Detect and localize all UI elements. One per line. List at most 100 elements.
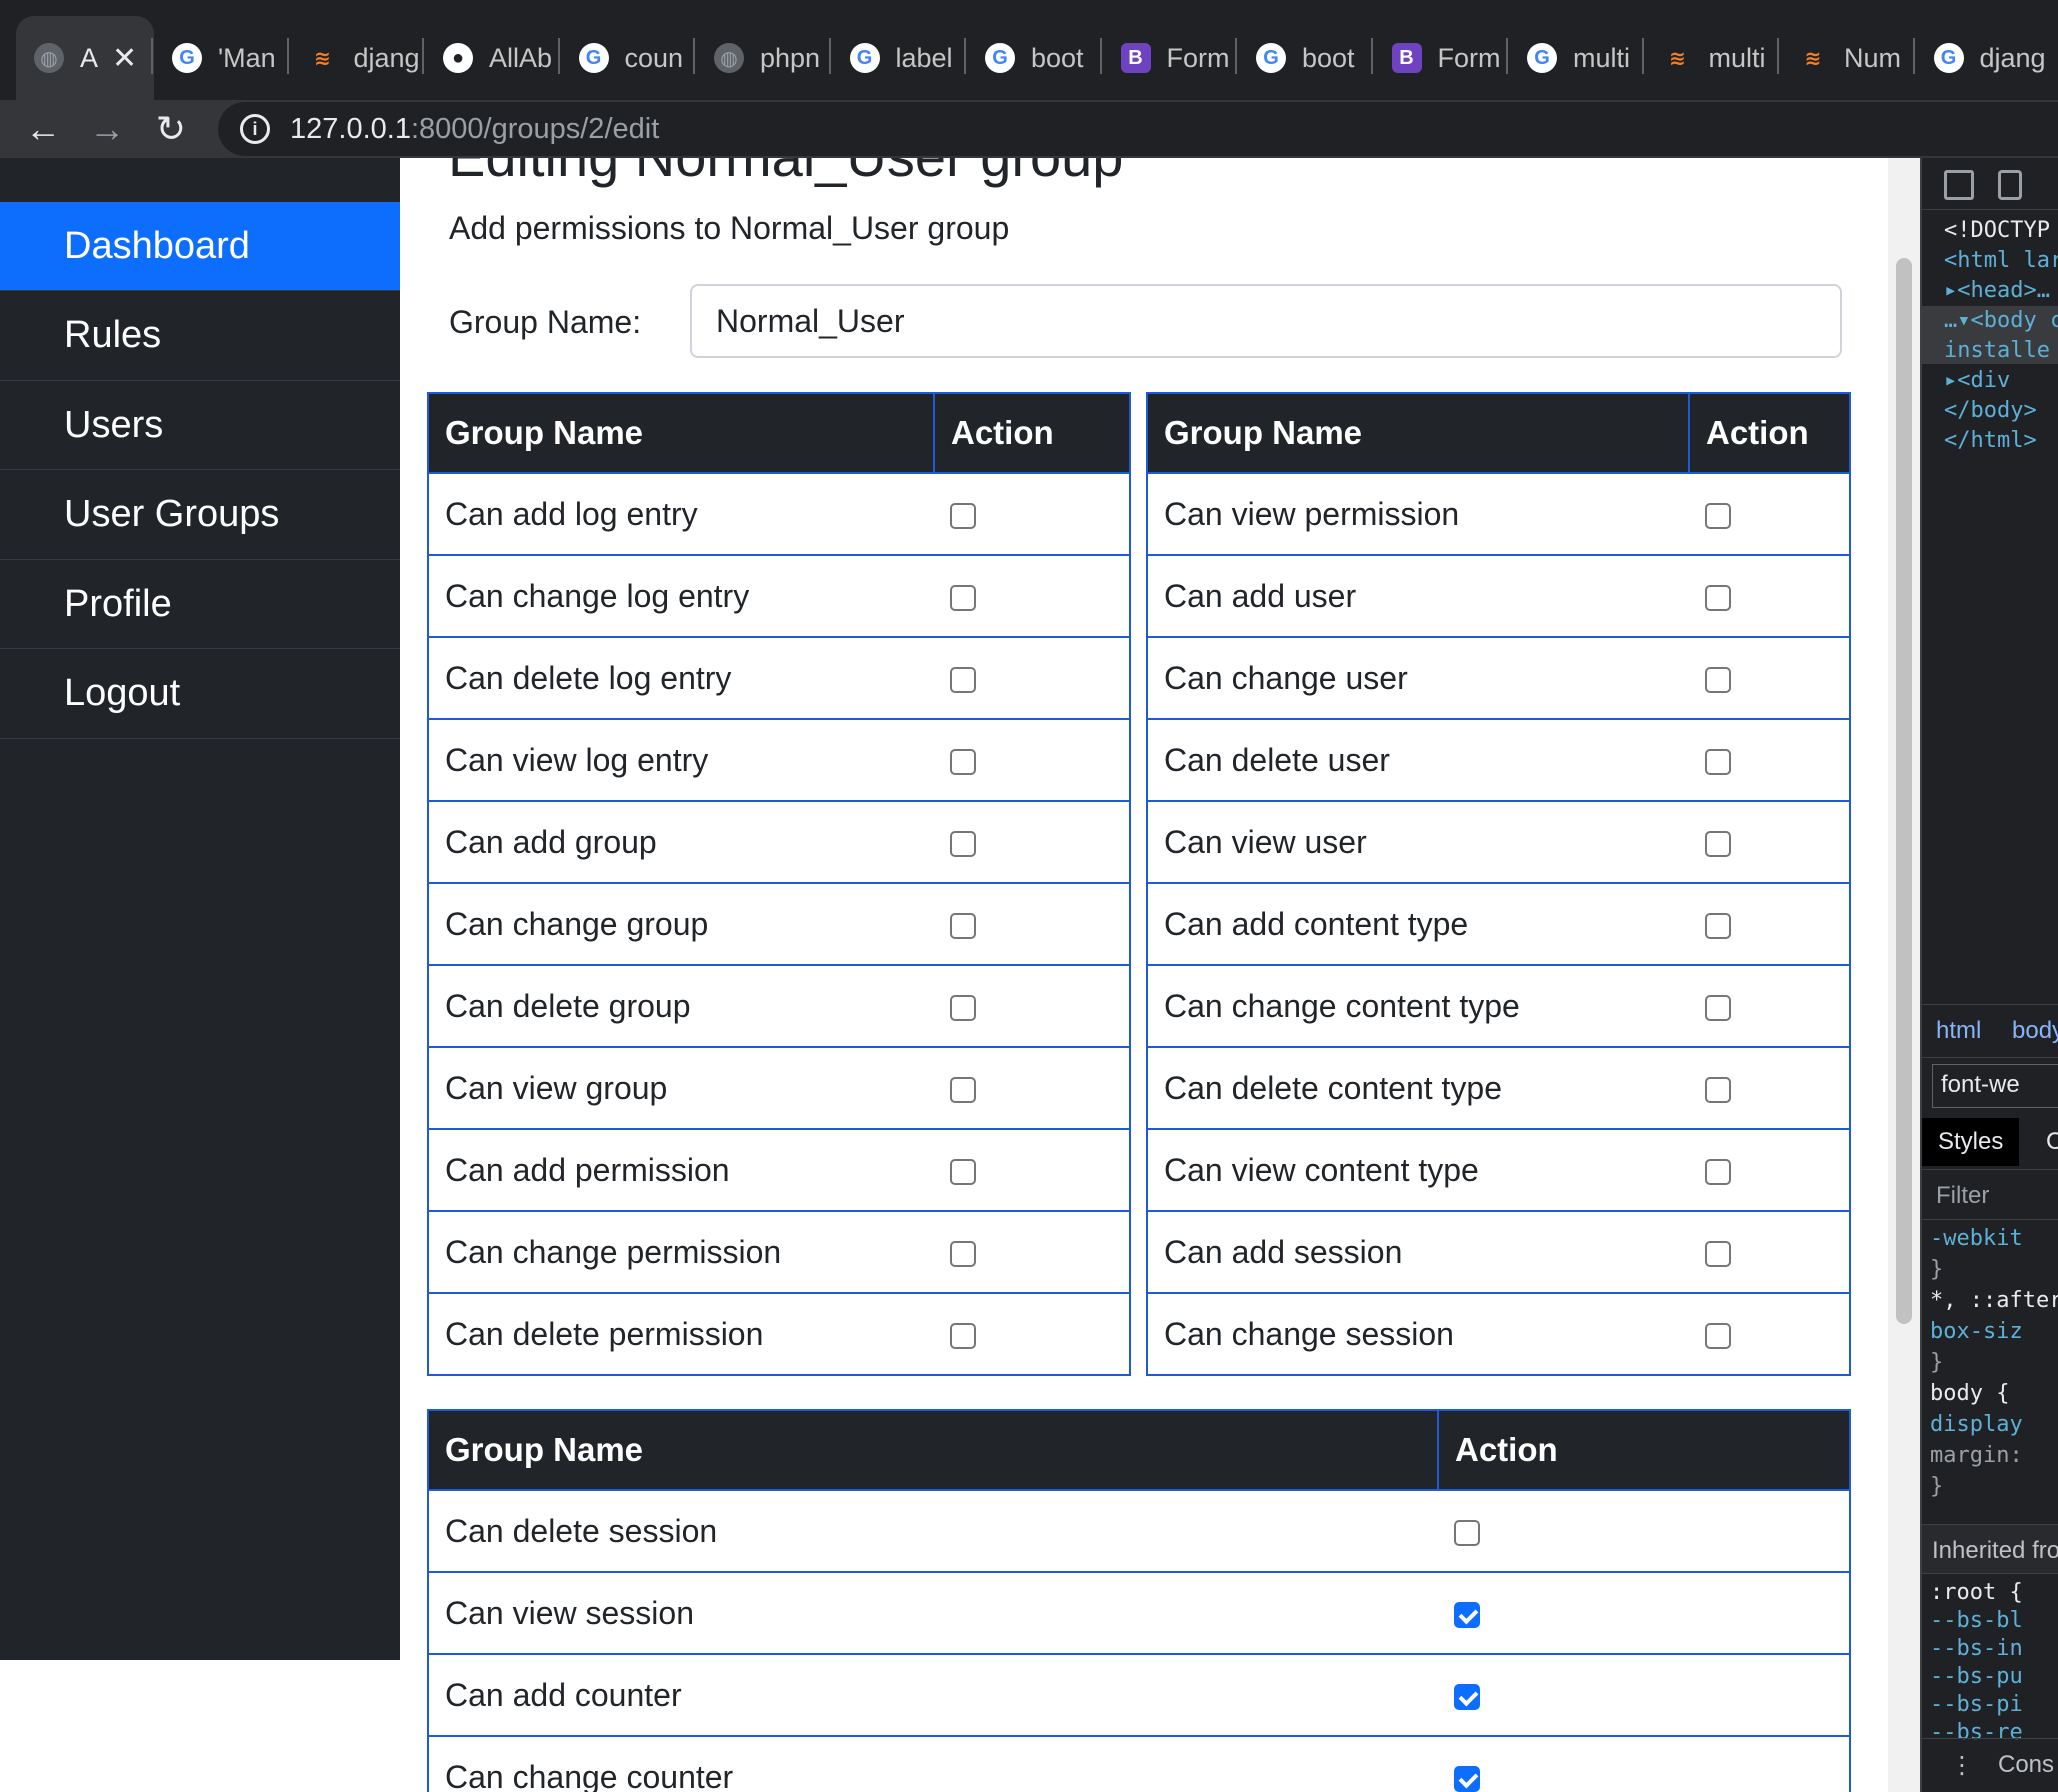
permission-checkbox[interactable] bbox=[950, 1159, 976, 1186]
browser-tab[interactable]: Gmulti bbox=[1509, 16, 1641, 100]
browser-tab[interactable]: Gboot bbox=[967, 16, 1099, 100]
address-bar[interactable]: i 127.0.0.1:8000/groups/2/edit bbox=[218, 102, 2058, 156]
browser-tab[interactable]: ≋ Num bbox=[1780, 16, 1912, 100]
browser-tab[interactable]: ● AllAb bbox=[425, 16, 557, 100]
code-line: *, ::after bbox=[1930, 1288, 2058, 1313]
tab-separator bbox=[1641, 38, 1644, 74]
crumb-body[interactable]: body bbox=[2012, 1017, 2058, 1045]
permission-checkbox[interactable] bbox=[1705, 1159, 1731, 1186]
permission-label: Can change group bbox=[428, 882, 934, 966]
tab-separator bbox=[1099, 38, 1102, 74]
permission-label: Can add counter bbox=[428, 1653, 1438, 1737]
google-icon: G bbox=[1933, 43, 1964, 73]
permission-checkbox[interactable] bbox=[950, 1077, 976, 1104]
browser-tab[interactable]: ◍ A ✕ bbox=[16, 16, 154, 100]
tab-separator bbox=[1235, 38, 1237, 74]
permission-checkbox[interactable] bbox=[950, 831, 976, 858]
browser-tab[interactable]: Glabel bbox=[832, 16, 964, 100]
back-button[interactable]: ← bbox=[18, 104, 68, 154]
permission-checkbox[interactable] bbox=[1705, 913, 1731, 940]
permission-checkbox[interactable] bbox=[1705, 1241, 1731, 1268]
browser-tab[interactable]: Gboot bbox=[1238, 16, 1370, 100]
tab-separator bbox=[1370, 38, 1373, 74]
permission-checkbox[interactable] bbox=[950, 995, 976, 1022]
sidebar-item-users[interactable]: Users bbox=[0, 381, 400, 470]
styles-filter-input[interactable]: Filter bbox=[1922, 1170, 2058, 1220]
site-info-icon[interactable]: i bbox=[240, 114, 270, 144]
browser-tab[interactable]: G 'Man bbox=[154, 16, 286, 100]
permission-label: Can view group bbox=[428, 1046, 934, 1130]
sidebar-item-user-groups[interactable]: User Groups bbox=[0, 471, 400, 560]
forward-button[interactable]: → bbox=[82, 104, 132, 154]
tab-title: coun bbox=[624, 42, 684, 73]
kebab-menu-icon[interactable]: ⋮ bbox=[1950, 1751, 1974, 1780]
permission-checkbox[interactable] bbox=[1705, 585, 1731, 612]
permission-checkbox[interactable] bbox=[1705, 503, 1731, 530]
permission-label: Can view log entry bbox=[428, 718, 934, 802]
console-drawer: ⋮ Cons bbox=[1922, 1738, 2058, 1792]
tab-separator bbox=[693, 38, 695, 74]
permission-label: Can add user bbox=[1147, 554, 1689, 638]
permission-checkbox[interactable] bbox=[1705, 995, 1731, 1022]
permission-checkbox[interactable] bbox=[950, 585, 976, 612]
permission-checkbox[interactable] bbox=[1705, 831, 1731, 858]
action-cell bbox=[1689, 882, 1850, 966]
code-line: </body> bbox=[1944, 398, 2037, 423]
tab-separator bbox=[964, 38, 966, 74]
permission-checkbox[interactable] bbox=[950, 1323, 976, 1350]
permission-checkbox[interactable] bbox=[950, 667, 976, 694]
crumb-html[interactable]: html bbox=[1936, 1017, 1981, 1045]
browser-tab[interactable]: Gdjang bbox=[1916, 16, 2048, 100]
google-icon: G bbox=[172, 43, 202, 73]
tab-title: Form bbox=[1437, 42, 1501, 73]
permission-checkbox[interactable] bbox=[950, 503, 976, 530]
google-icon: G bbox=[1256, 43, 1286, 73]
code-line: body { bbox=[1930, 1381, 2010, 1406]
inspect-element-icon[interactable] bbox=[1944, 170, 1974, 200]
permission-label: Can add group bbox=[428, 800, 934, 884]
code-line: } bbox=[1930, 1257, 1944, 1282]
reload-button[interactable]: ↻ bbox=[146, 104, 196, 154]
scrollbar-thumb[interactable] bbox=[1896, 258, 1912, 1324]
tab-computed[interactable]: C bbox=[2046, 1128, 2058, 1156]
page-scrollbar[interactable] bbox=[1888, 158, 1920, 1792]
permission-checkbox[interactable] bbox=[950, 1241, 976, 1268]
table-row: Can change session bbox=[1147, 1292, 1850, 1376]
devtools-search-input[interactable]: font-we bbox=[1932, 1064, 2058, 1108]
permission-label: Can delete session bbox=[428, 1489, 1438, 1573]
browser-tab[interactable]: ◍ phpn bbox=[696, 16, 828, 100]
sidebar-item-profile[interactable]: Profile bbox=[0, 560, 400, 649]
permission-checkbox[interactable] bbox=[1454, 1766, 1480, 1792]
console-tab[interactable]: Cons bbox=[1998, 1751, 2054, 1779]
permission-label: Can delete group bbox=[428, 964, 934, 1048]
browser-tab[interactable]: B Form bbox=[1103, 16, 1235, 100]
permission-checkbox[interactable] bbox=[1705, 1077, 1731, 1104]
tab-separator bbox=[557, 38, 560, 74]
permission-checkbox[interactable] bbox=[950, 913, 976, 940]
browser-tab[interactable]: Gcoun bbox=[561, 16, 693, 100]
tab-title: A bbox=[80, 42, 99, 73]
permission-checkbox[interactable] bbox=[1705, 1323, 1731, 1350]
sidebar-item-rules[interactable]: Rules bbox=[0, 292, 400, 381]
browser-tab[interactable]: ≋ multi bbox=[1645, 16, 1777, 100]
tab-separator bbox=[1912, 38, 1915, 74]
browser-tab[interactable]: B Form bbox=[1374, 16, 1506, 100]
permission-checkbox[interactable] bbox=[1454, 1602, 1480, 1629]
permission-checkbox[interactable] bbox=[1454, 1520, 1480, 1547]
sidebar-item-dashboard[interactable]: Dashboard bbox=[0, 202, 400, 291]
tab-styles[interactable]: Styles bbox=[1922, 1118, 2020, 1166]
permission-checkbox[interactable] bbox=[1705, 667, 1731, 694]
sidebar-item-logout[interactable]: Logout bbox=[0, 650, 400, 739]
device-toolbar-icon[interactable] bbox=[1998, 170, 2022, 200]
tab-title: multi bbox=[1573, 42, 1631, 73]
permission-checkbox[interactable] bbox=[1454, 1684, 1480, 1711]
permission-label: Can change permission bbox=[428, 1210, 934, 1294]
permission-checkbox[interactable] bbox=[1705, 749, 1731, 776]
close-tab-icon[interactable]: ✕ bbox=[112, 41, 137, 76]
group-name-input[interactable] bbox=[690, 284, 1842, 358]
permission-checkbox[interactable] bbox=[950, 749, 976, 776]
browser-tab[interactable]: ≋ djang bbox=[290, 16, 422, 100]
permission-label: Can add permission bbox=[428, 1128, 934, 1212]
action-cell bbox=[1689, 472, 1850, 556]
github-icon: ● bbox=[443, 43, 473, 73]
